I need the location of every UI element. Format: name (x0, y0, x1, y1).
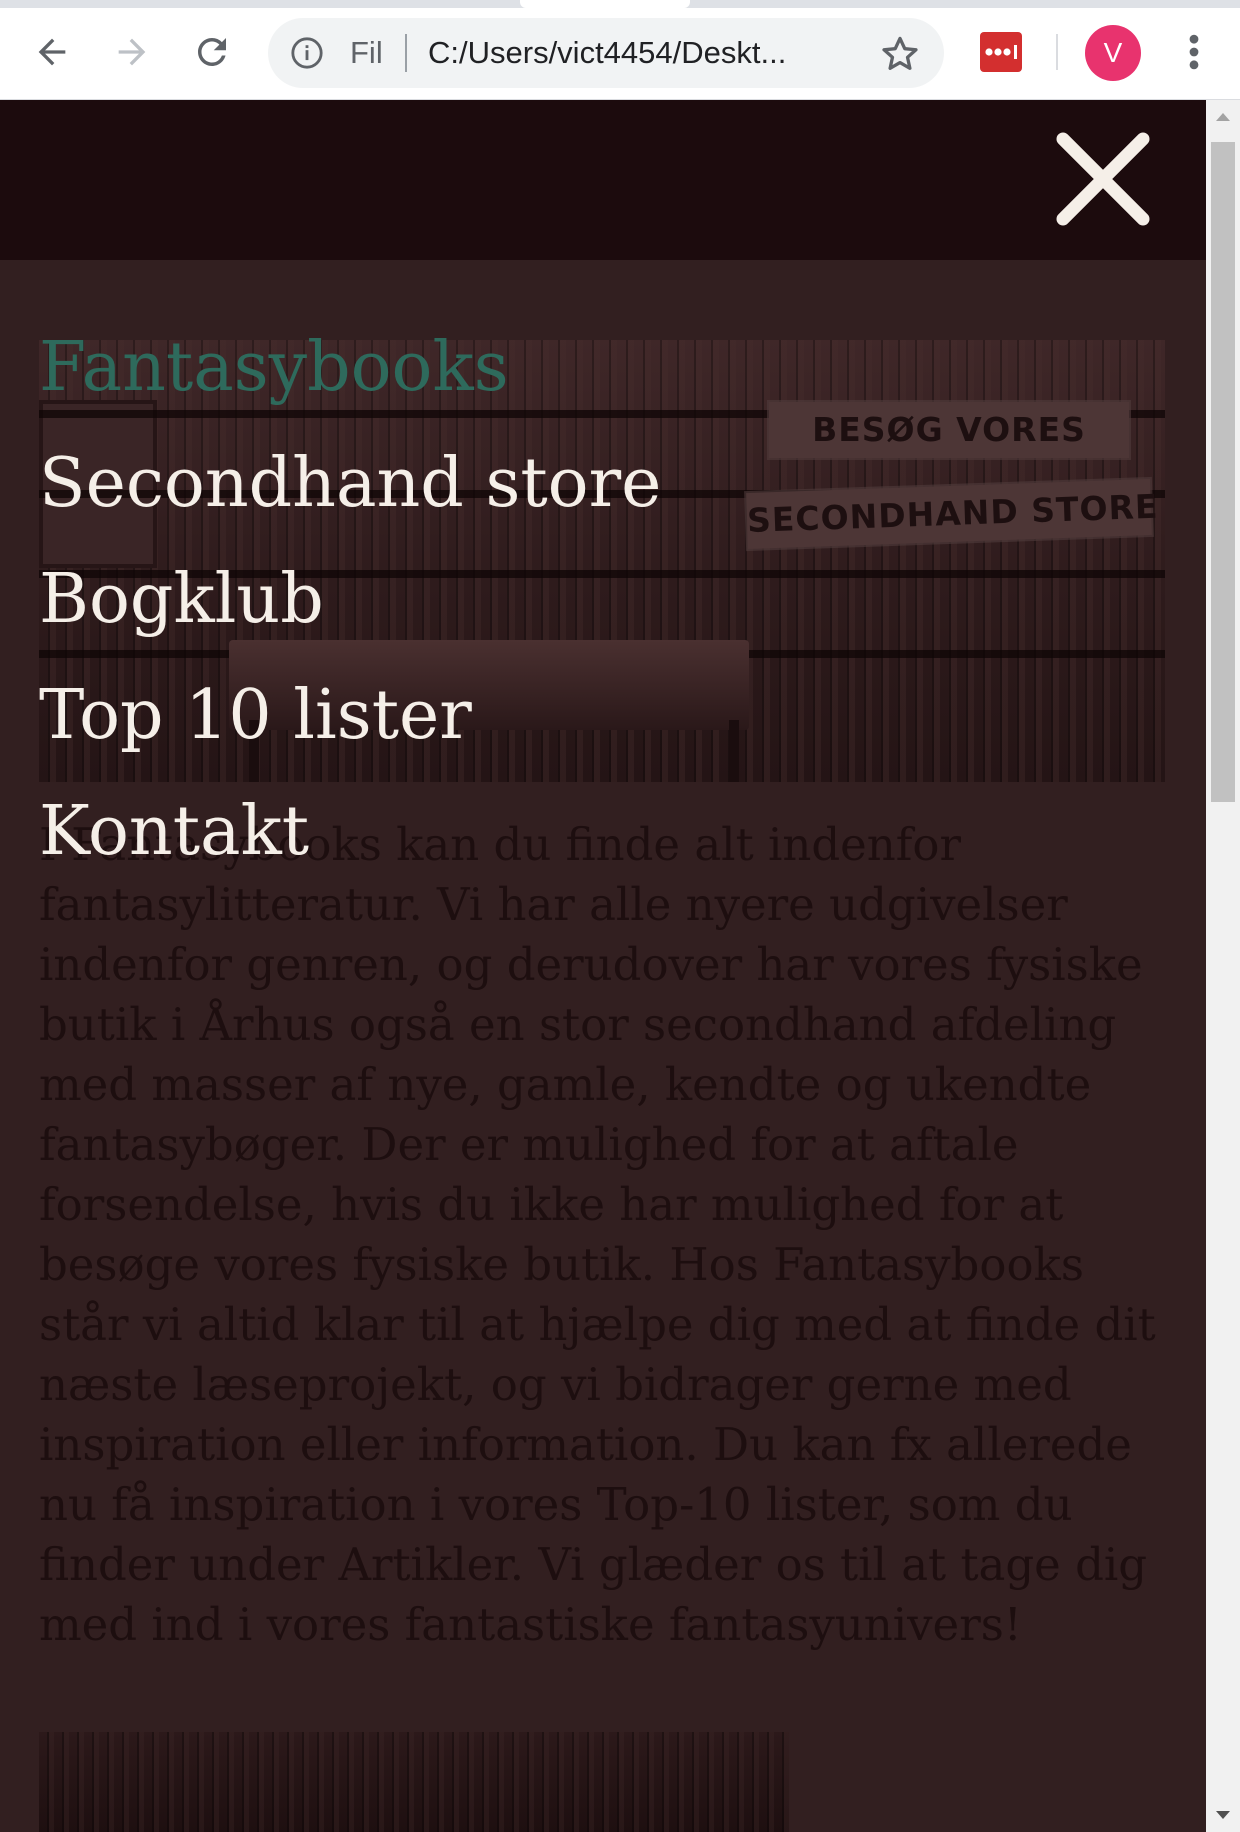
secondary-image (39, 1732, 789, 1832)
hero-table-leg (729, 720, 739, 782)
page-viewport: BESØG VORES SECONDHAND STORE I Fantasybo… (0, 100, 1206, 1832)
address-bar[interactable]: Fil C:/Users/vict4454/Deskt... (268, 18, 944, 88)
lastpass-icon[interactable] (980, 32, 1022, 72)
menu-link-kontakt[interactable]: Kontakt (39, 792, 309, 872)
scroll-up-icon (1216, 113, 1230, 121)
forward-button[interactable] (102, 22, 162, 82)
active-tab[interactable] (520, 0, 690, 8)
site-header (0, 100, 1206, 260)
menu-link-top-10-lister[interactable]: Top 10 lister (39, 676, 472, 756)
close-icon (1056, 132, 1150, 226)
menu-link-fantasybooks[interactable]: Fantasybooks (39, 328, 509, 408)
scroll-thumb[interactable] (1211, 142, 1235, 802)
profile-avatar[interactable]: V (1085, 25, 1141, 81)
kebab-menu-icon[interactable] (1176, 30, 1212, 74)
page-scrollbar[interactable] (1206, 100, 1240, 1832)
forward-arrow-icon (118, 38, 146, 66)
close-menu-button[interactable] (1048, 124, 1158, 234)
info-icon[interactable] (290, 36, 324, 70)
back-arrow-icon (38, 38, 66, 66)
back-button[interactable] (22, 22, 82, 82)
intro-paragraph: I Fantasybooks kan du finde alt indenfor… (39, 818, 1156, 1651)
hero-sign-visit: BESØG VORES (769, 402, 1129, 458)
menu-link-bogklub[interactable]: Bogklub (39, 560, 324, 640)
tab-strip (0, 0, 1240, 8)
reload-icon (198, 38, 226, 66)
browser-toolbar: Fil C:/Users/vict4454/Deskt... V (0, 0, 1240, 100)
lastpass-dots-icon (985, 45, 1017, 59)
scroll-down-button[interactable] (1206, 1800, 1240, 1830)
star-icon[interactable] (878, 32, 922, 76)
address-url[interactable]: C:/Users/vict4454/Deskt... (428, 35, 786, 71)
menu-link-secondhand-store[interactable]: Secondhand store (39, 444, 661, 524)
address-scheme: Fil (350, 35, 383, 70)
scroll-down-icon (1216, 1811, 1230, 1819)
address-divider (405, 34, 407, 72)
scroll-up-button[interactable] (1206, 102, 1240, 132)
toolbar-divider (1056, 34, 1058, 70)
reload-button[interactable] (182, 22, 242, 82)
